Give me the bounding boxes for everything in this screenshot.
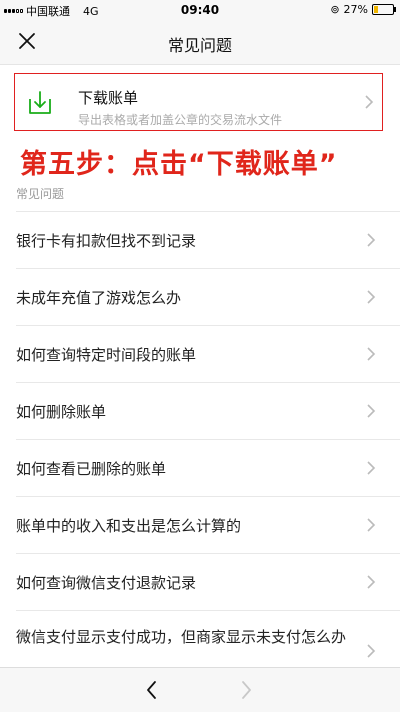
section-label: 常见问题: [16, 187, 65, 201]
step-annotation: 第五步：点击“下载账单”: [20, 149, 338, 180]
faq-item-label: 如何删除账单: [16, 403, 107, 421]
back-arrow-icon: [147, 681, 156, 699]
chevron-right-icon: [367, 575, 376, 589]
chevron-right-icon: [367, 644, 376, 658]
orientation-lock-icon: ⊚: [330, 3, 340, 16]
chevron-right-icon: [367, 404, 376, 418]
download-bill-item[interactable]: 下载账单 导出表格或者加盖公章的交易流水文件: [14, 73, 383, 131]
faq-item-label: 银行卡有扣款但找不到记录: [16, 232, 197, 250]
forward-button[interactable]: [235, 679, 257, 701]
faq-item[interactable]: 如何查询微信支付退款记录: [16, 553, 400, 610]
faq-item[interactable]: 银行卡有扣款但找不到记录: [16, 211, 400, 268]
download-bill-title: 下载账单: [78, 89, 139, 107]
chevron-right-icon: [367, 290, 376, 304]
battery-percent: 27%: [343, 3, 368, 16]
nav-bar: 常见问题: [0, 20, 400, 65]
back-button[interactable]: [141, 679, 163, 701]
faq-item-label: 如何查询特定时间段的账单: [16, 346, 197, 364]
page-title: 常见问题: [167, 36, 232, 55]
faq-item[interactable]: 如何删除账单: [16, 382, 400, 439]
faq-list: 银行卡有扣款但找不到记录 未成年充值了游戏怎么办 如何查询特定时间段的账单 如何…: [0, 211, 400, 681]
forward-arrow-icon: [242, 681, 251, 699]
faq-item-label: 未成年充值了游戏怎么办: [16, 289, 182, 307]
faq-item-label: 微信支付显示支付成功，但商家显示未支付怎么办: [16, 628, 347, 646]
faq-item[interactable]: 如何查询特定时间段的账单: [16, 325, 400, 382]
faq-item-label: 如何查询微信支付退款记录: [16, 574, 197, 592]
download-bill-subtitle: 导出表格或者加盖公章的交易流水文件: [78, 113, 283, 127]
chevron-right-icon: [367, 347, 376, 361]
battery-icon: [372, 4, 396, 15]
faq-item[interactable]: 如何查看已删除的账单: [16, 439, 400, 496]
battery-fill: [374, 6, 379, 13]
download-icon: [29, 91, 51, 114]
chevron-right-icon: [365, 95, 374, 109]
faq-item[interactable]: 账单中的收入和支出是怎么计算的: [16, 496, 400, 553]
chevron-right-icon: [367, 461, 376, 475]
chevron-right-icon: [367, 233, 376, 247]
chevron-right-icon: [367, 518, 376, 532]
faq-item-label: 账单中的收入和支出是怎么计算的: [16, 517, 242, 535]
status-right: ⊚ 27%: [330, 3, 396, 16]
faq-item-label: 如何查看已删除的账单: [16, 460, 167, 478]
status-bar: 中国联通 4G 09:40 ⊚ 27%: [0, 0, 400, 20]
bottom-toolbar: [0, 667, 400, 712]
faq-item[interactable]: 未成年充值了游戏怎么办: [16, 268, 400, 325]
